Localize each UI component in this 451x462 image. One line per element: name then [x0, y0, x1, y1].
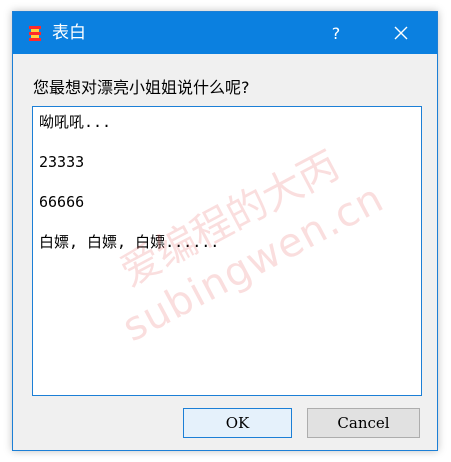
help-label: ?: [331, 23, 341, 43]
message-textarea[interactable]: 呦吼吼... 23333 66666 白嫖, 白嫖, 白嫖......: [32, 106, 422, 396]
app-icon: [27, 25, 43, 41]
cancel-button[interactable]: Cancel: [307, 408, 420, 438]
text-line: 23333: [39, 153, 85, 171]
text-line: 呦吼吼...: [39, 113, 112, 131]
text-line: 66666: [39, 193, 85, 211]
close-icon: [394, 26, 408, 40]
dialog-window: 表白 ? 您最想对漂亮小姐姐说什么呢? 呦吼吼... 23333 66666 白…: [12, 11, 438, 451]
close-button[interactable]: [377, 12, 425, 54]
title-bar[interactable]: 表白 ?: [13, 12, 437, 54]
help-button[interactable]: ?: [314, 12, 358, 54]
prompt-label: 您最想对漂亮小姐姐说什么呢?: [33, 78, 250, 97]
ok-button[interactable]: OK: [183, 408, 292, 438]
window-title: 表白: [52, 23, 86, 43]
text-line: 白嫖, 白嫖, 白嫖......: [39, 233, 220, 251]
